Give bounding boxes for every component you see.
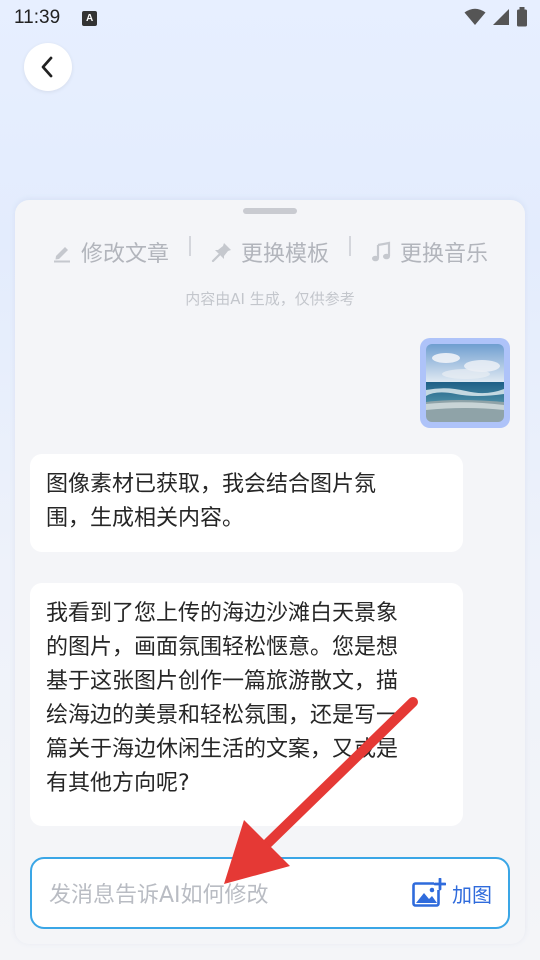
beach-photo <box>426 344 504 422</box>
status-icons <box>464 7 528 27</box>
notification-icon: A <box>82 10 98 26</box>
change-music-button[interactable]: 更换音乐 <box>370 236 488 268</box>
status-bar: 11:39 A <box>0 0 540 36</box>
pin-icon <box>211 243 231 263</box>
assistant-message: 图像素材已获取，我会结合图片氛 围，生成相关内容。 <box>30 454 463 552</box>
edit-article-button[interactable]: 修改文章 <box>51 236 169 268</box>
message-line: 基于这张图片创作一篇旅游散文，描 <box>46 669 399 694</box>
message-line: 图像素材已获取，我会结合图片氛 <box>46 472 377 497</box>
ai-disclaimer: 内容由AI 生成，仅供参考 <box>185 290 355 308</box>
drag-handle[interactable] <box>243 208 297 214</box>
change-music-label: 更换音乐 <box>400 242 489 267</box>
pencil-icon <box>54 247 70 263</box>
status-time: 11:39 <box>14 7 61 28</box>
signal-icon <box>493 9 509 25</box>
toolbar-divider <box>189 236 191 256</box>
back-button[interactable] <box>24 43 72 91</box>
message-line: 有其他方向呢? <box>46 771 190 796</box>
add-image-icon <box>412 878 446 907</box>
input-placeholder: 发消息告诉AI如何修改 <box>49 883 269 908</box>
message-line: 我看到了您上传的海边沙滩白天景象 <box>46 601 399 626</box>
change-template-button[interactable]: 更换模板 <box>211 236 329 268</box>
message-input[interactable]: 发消息告诉AI如何修改 加图 <box>30 857 510 929</box>
chat-sheet: 修改文章 更换模板 更换音乐 内容由AI 生成，仅供参考 图像素材已获取，我会结… <box>15 200 525 944</box>
add-image-button[interactable]: 加图 <box>412 878 492 908</box>
message-line: 篇关于海边休闲生活的文案，又或是 <box>46 737 399 762</box>
message-line: 围，生成相关内容。 <box>46 506 245 531</box>
music-note-icon <box>372 241 391 262</box>
message-line: 的图片，画面氛围轻松惬意。您是想 <box>46 635 399 660</box>
edit-toolbar: 修改文章 更换模板 更换音乐 <box>15 228 525 276</box>
edit-article-label: 修改文章 <box>81 242 170 267</box>
battery-icon <box>517 7 527 27</box>
user-uploaded-image[interactable] <box>420 338 510 428</box>
wifi-icon <box>464 8 486 25</box>
change-template-label: 更换模板 <box>241 242 330 267</box>
add-image-label: 加图 <box>452 882 492 907</box>
chevron-left-icon <box>41 56 53 78</box>
message-line: 绘海边的美景和轻松氛围，还是写一 <box>46 703 399 728</box>
assistant-message: 我看到了您上传的海边沙滩白天景象 的图片，画面氛围轻松惬意。您是想 基于这张图片… <box>30 583 463 826</box>
toolbar-divider <box>349 236 351 256</box>
